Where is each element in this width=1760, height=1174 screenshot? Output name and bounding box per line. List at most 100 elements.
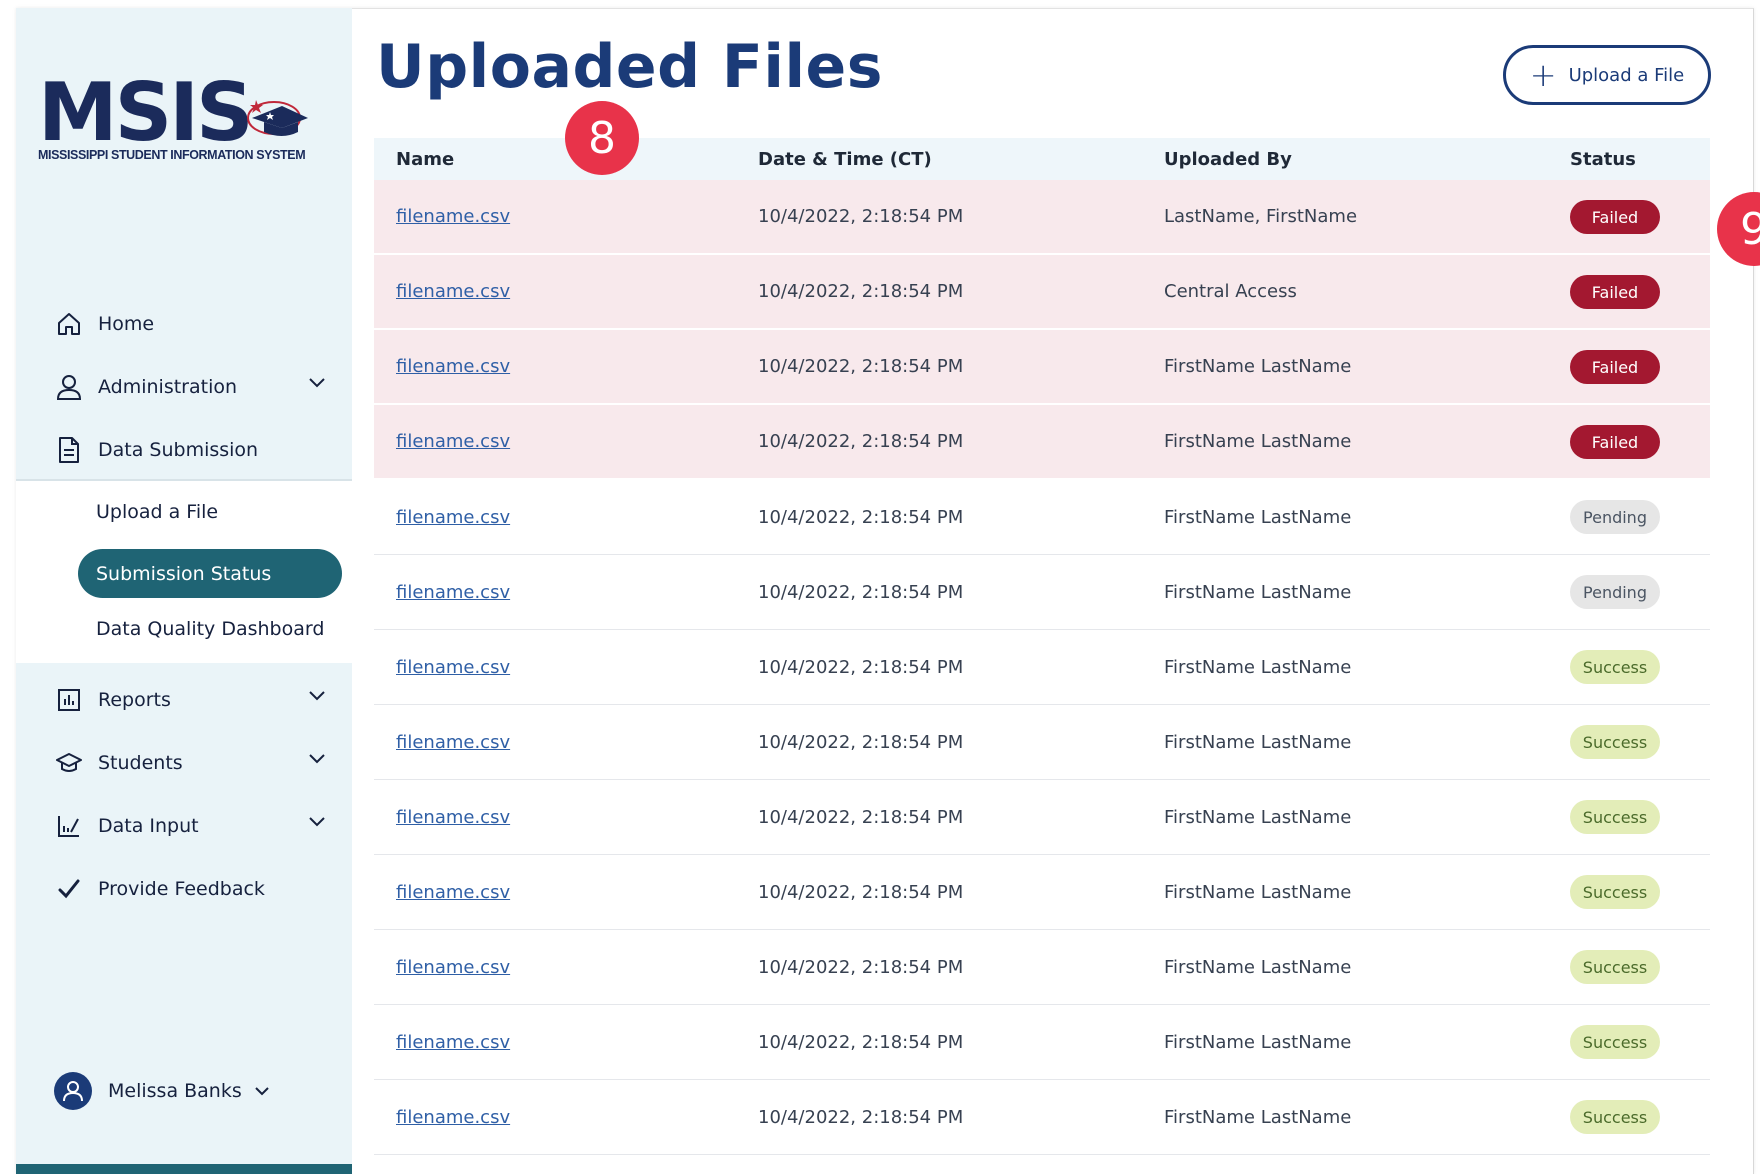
cell-datetime: 10/4/2022, 2:18:54 PM <box>758 581 964 603</box>
cell-uploaded-by: FirstName LastName <box>1164 731 1352 753</box>
annotation-marker-9: 9 <box>1717 192 1760 266</box>
cell-status: Pending <box>1570 555 1710 629</box>
sidebar-item-label: Data Submission <box>98 438 259 461</box>
subnav-item-submission-status[interactable]: Submission Status <box>78 549 342 598</box>
cell-status: Failed <box>1570 405 1710 478</box>
cell-name: filename.csv <box>374 206 758 227</box>
cell-name: filename.csv <box>374 807 758 828</box>
main-content: Uploaded Files + Upload a File Name Date… <box>352 8 1760 1174</box>
home-icon <box>54 309 84 339</box>
subnav-item-upload-a-file[interactable]: Upload a File <box>96 501 218 523</box>
document-icon <box>54 435 84 465</box>
file-link[interactable]: filename.csv <box>396 431 510 452</box>
sidebar-item-data-input[interactable]: Data Input <box>16 794 352 857</box>
column-header-name[interactable]: Name <box>374 149 758 170</box>
table-body: filename.csv 10/4/2022, 2:18:54 PM LastNam… <box>374 180 1710 1155</box>
cell-uploaded-by: FirstName LastName <box>1164 956 1352 978</box>
subnav-item-data-quality-dashboard[interactable]: Data Quality Dashboard <box>96 618 324 640</box>
sidebar-item-provide-feedback[interactable]: Provide Feedback <box>16 857 352 920</box>
file-link[interactable]: filename.csv <box>396 356 510 377</box>
graduation-cap-icon <box>54 748 84 778</box>
upload-file-button-label: Upload a File <box>1568 64 1685 86</box>
chevron-down-icon[interactable] <box>308 816 326 828</box>
status-badge: Failed <box>1570 275 1660 309</box>
cell-datetime: 10/4/2022, 2:18:54 PM <box>758 206 964 227</box>
status-badge: Failed <box>1570 350 1660 384</box>
file-link[interactable]: filename.csv <box>396 1107 510 1128</box>
cell-datetime: 10/4/2022, 2:18:54 PM <box>758 1031 964 1053</box>
logo-text: MSIS <box>38 66 254 159</box>
cell-datetime: 10/4/2022, 2:18:54 PM <box>758 431 964 452</box>
upload-file-button[interactable]: + Upload a File <box>1503 45 1711 105</box>
plus-icon: + <box>1529 56 1557 94</box>
file-link[interactable]: filename.csv <box>396 807 510 828</box>
cell-uploaded-by: FirstName LastName <box>1164 656 1352 678</box>
chevron-down-icon[interactable] <box>254 1086 270 1097</box>
cell-status: Success <box>1570 930 1710 1004</box>
sidebar-item-data-submission[interactable]: Data Submission <box>16 418 352 481</box>
file-link[interactable]: filename.csv <box>396 206 510 227</box>
sidebar-item-reports[interactable]: Reports <box>16 668 352 731</box>
chevron-down-icon[interactable] <box>308 690 326 702</box>
uploaded-files-table: Name Date & Time (CT) Uploaded By Status… <box>374 138 1710 1155</box>
cell-name: filename.csv <box>374 732 758 753</box>
sidebar-item-label: Home <box>98 312 155 335</box>
sidebar-bottom-bar <box>16 1164 352 1174</box>
user-menu[interactable]: Melissa Banks <box>54 1072 270 1110</box>
chevron-down-icon[interactable] <box>308 753 326 765</box>
cell-status: Pending <box>1570 480 1710 554</box>
cell-uploaded-by: FirstName LastName <box>1164 356 1352 377</box>
file-link[interactable]: filename.csv <box>396 582 510 603</box>
cell-datetime: 10/4/2022, 2:18:54 PM <box>758 881 964 903</box>
status-badge: Success <box>1570 800 1660 834</box>
cell-status: Success <box>1570 780 1710 854</box>
file-link[interactable]: filename.csv <box>396 1032 510 1053</box>
data-submission-subnav: Upload a File Submission Status Data Qua… <box>16 479 352 663</box>
table-row: filename.csv 10/4/2022, 2:18:54 PM FirstNa… <box>374 405 1710 480</box>
msis-logo[interactable]: MSIS MISSISSIPPI STUDENT INFORMATION SYS… <box>38 68 308 168</box>
file-link[interactable]: filename.csv <box>396 882 510 903</box>
cell-name: filename.csv <box>374 431 758 452</box>
sidebar-item-label: Students <box>98 751 183 774</box>
file-link[interactable]: filename.csv <box>396 507 510 528</box>
file-link[interactable]: filename.csv <box>396 732 510 753</box>
column-header-uploaded-by[interactable]: Uploaded By <box>1164 149 1570 170</box>
cell-uploaded-by: FirstName LastName <box>1164 431 1352 452</box>
sidebar-item-label: Administration <box>98 375 238 398</box>
cell-status: Success <box>1570 1080 1710 1154</box>
sidebar-nav-secondary: Reports Students Data Input Provide Feed… <box>16 668 352 920</box>
cell-status: Success <box>1570 855 1710 929</box>
status-badge: Failed <box>1570 200 1660 234</box>
table-row: filename.csv 10/4/2022, 2:18:54 PM FirstNa… <box>374 330 1710 405</box>
cell-datetime: 10/4/2022, 2:18:54 PM <box>758 1106 964 1128</box>
logo-subtitle: MISSISSIPPI STUDENT INFORMATION SYSTEM <box>38 148 306 162</box>
sidebar-item-home[interactable]: Home <box>16 292 352 355</box>
column-header-datetime[interactable]: Date & Time (CT) <box>758 149 1164 170</box>
page-title: Uploaded Files <box>376 32 883 102</box>
user-name: Melissa Banks <box>108 1080 242 1102</box>
column-header-status[interactable]: Status <box>1570 138 1710 180</box>
data-input-icon <box>54 811 84 841</box>
cell-status: Success <box>1570 630 1710 704</box>
table-row: filename.csv 10/4/2022, 2:18:54 PM FirstNa… <box>374 855 1710 930</box>
avatar <box>54 1072 92 1110</box>
file-link[interactable]: filename.csv <box>396 957 510 978</box>
file-link[interactable]: filename.csv <box>396 281 510 302</box>
cell-status: Failed <box>1570 180 1710 253</box>
cell-status: Failed <box>1570 330 1710 403</box>
cell-uploaded-by: FirstName LastName <box>1164 506 1352 528</box>
sidebar-item-label: Data Input <box>98 814 199 837</box>
table-row: filename.csv 10/4/2022, 2:18:54 PM FirstNa… <box>374 480 1710 555</box>
status-badge: Success <box>1570 875 1660 909</box>
chevron-down-icon[interactable] <box>308 377 326 389</box>
cell-name: filename.csv <box>374 957 758 978</box>
table-row: filename.csv 10/4/2022, 2:18:54 PM FirstNa… <box>374 705 1710 780</box>
file-link[interactable]: filename.csv <box>396 657 510 678</box>
table-row: filename.csv 10/4/2022, 2:18:54 PM FirstNa… <box>374 930 1710 1005</box>
cell-uploaded-by: LastName, FirstName <box>1164 206 1358 227</box>
status-badge: Success <box>1570 1100 1660 1134</box>
status-badge: Success <box>1570 1025 1660 1059</box>
cell-status: Failed <box>1570 255 1710 328</box>
sidebar-item-administration[interactable]: Administration <box>16 355 352 418</box>
sidebar-item-students[interactable]: Students <box>16 731 352 794</box>
